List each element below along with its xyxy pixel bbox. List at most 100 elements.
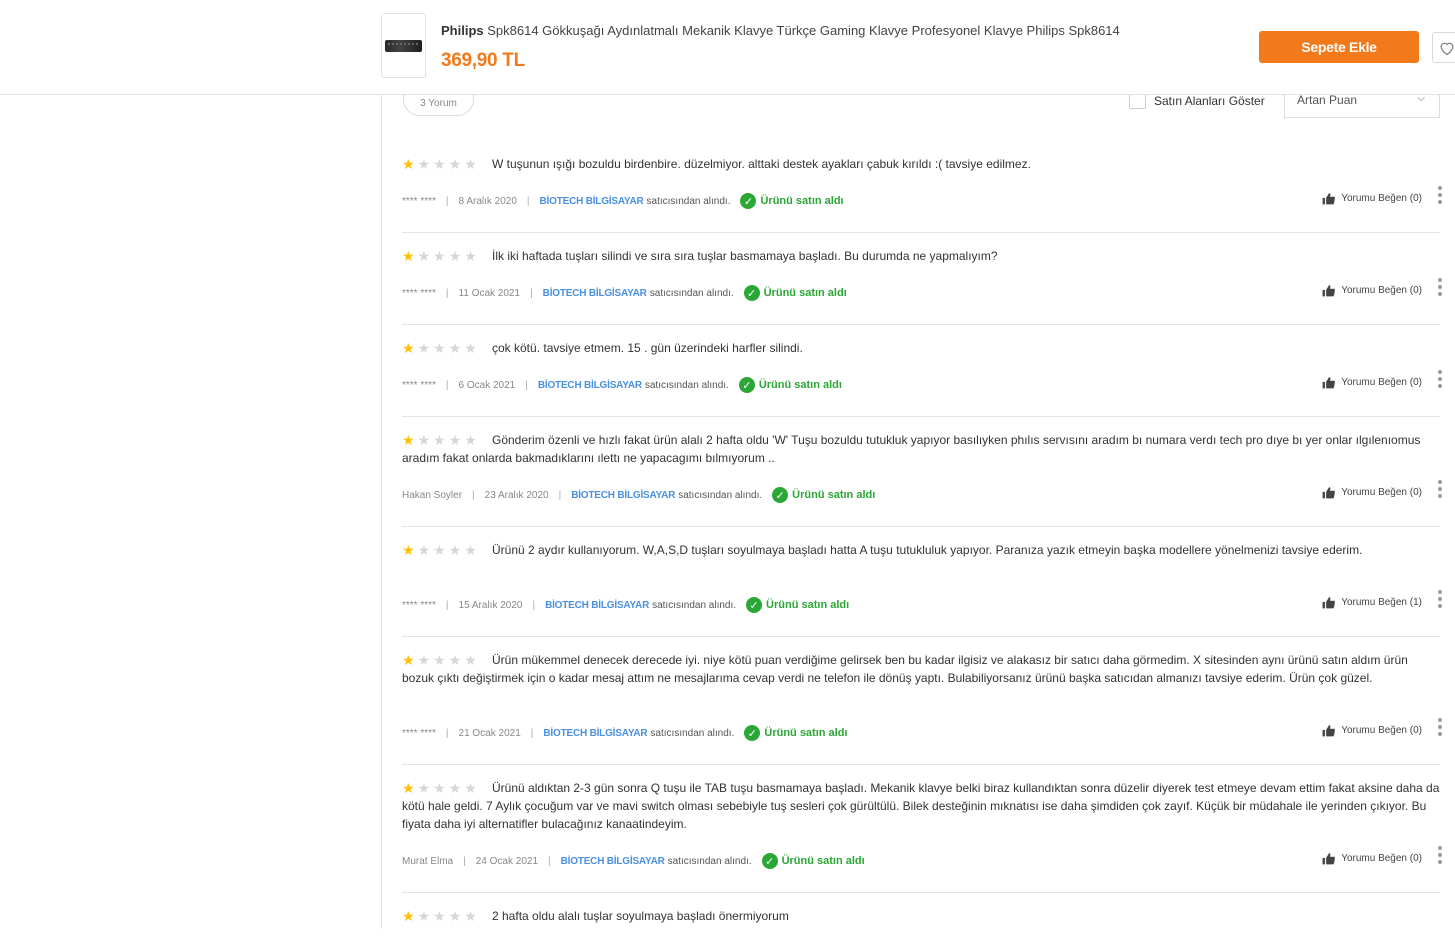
like-review-button[interactable]: Yorumu Beğen (0) xyxy=(1321,376,1422,389)
seller-link[interactable]: BİOTECH BİLGİSAYAR xyxy=(543,288,647,299)
separator: | xyxy=(472,489,475,501)
more-options-icon[interactable] xyxy=(1438,370,1442,388)
seller-link[interactable]: BİOTECH BİLGİSAYAR xyxy=(538,380,642,391)
check-circle-icon: ✓ xyxy=(740,193,757,209)
seller-link[interactable]: BİOTECH BİLGİSAYAR xyxy=(571,490,675,501)
seller-suffix: satıcısından alındı. xyxy=(678,489,763,501)
review-text: ★ ★ ★ ★ ★ İlk iki haftada tuşları silindi ve … xyxy=(402,247,1440,265)
review-user: Hakan Soyler xyxy=(402,489,463,501)
more-options-icon[interactable] xyxy=(1438,278,1442,296)
star-icon: ★ xyxy=(417,156,431,172)
review-body: Ürünü aldıktan 2-3 gün sonra Q tuşu ile … xyxy=(402,781,1440,831)
separator: | xyxy=(526,195,530,207)
review-body: Ürünü 2 aydır kullanıyorum. W,A,S,D tuşl… xyxy=(492,543,1363,557)
star-rating: ★ ★ ★ ★ ★ xyxy=(402,341,477,355)
purchased-badge: ✓ Ürünü satın aldı xyxy=(744,725,848,741)
review-meta: **** **** | 11 Ocak 2021 | BİOTECH BİLGİSAYA… xyxy=(402,285,847,301)
review-date: 23 Aralık 2020 xyxy=(484,489,549,501)
review-divider xyxy=(402,324,1440,325)
product-brand: Philips xyxy=(441,23,484,38)
seller-link[interactable]: BİOTECH BİLGİSAYAR xyxy=(561,856,665,867)
more-options-icon[interactable] xyxy=(1438,846,1442,864)
seller-link[interactable]: BİOTECH BİLGİSAYAR xyxy=(540,196,644,207)
review-item: ★ ★ ★ ★ ★ Ürün mükemmel denecek derecede iyi.… xyxy=(402,651,1442,765)
thumbs-up-icon xyxy=(1322,487,1336,499)
add-to-cart-button[interactable]: Sepete Ekle xyxy=(1259,31,1419,63)
purchased-badge: ✓ Ürünü satın aldı xyxy=(746,597,849,613)
star-rating: ★ ★ ★ ★ ★ xyxy=(402,433,477,447)
seller-link[interactable]: BİOTECH BİLGİSAYAR xyxy=(543,728,647,739)
like-review-button[interactable]: Yorumu Beğen (0) xyxy=(1321,192,1422,205)
seller-link[interactable]: BİOTECH BİLGİSAYAR xyxy=(545,600,649,611)
like-review-button[interactable]: Yorumu Beğen (0) xyxy=(1321,284,1422,297)
review-date: 6 Ocak 2021 xyxy=(458,379,516,391)
review-body: Gönderim özenli ve hızlı fakat ürün alal… xyxy=(402,433,1421,465)
review-item: ★ ★ ★ ★ ★ Ürünü 2 aydır kullanıyorum. W,A,S,D… xyxy=(402,541,1442,637)
review-item: ★ ★ ★ ★ ★ Gönderim özenli ve hızlı fakat ürün… xyxy=(402,431,1442,527)
review-body: Ürün mükemmel denecek derecede iyi. niye… xyxy=(402,653,1408,685)
star-rating: ★ ★ ★ ★ ★ xyxy=(402,909,477,923)
review-meta: **** **** | 6 Ocak 2021 | BİOTECH BİLGİSAYAR… xyxy=(402,377,842,393)
star-icon: ★ xyxy=(402,340,415,356)
star-rating: ★ ★ ★ ★ ★ xyxy=(402,781,477,795)
like-review-button[interactable]: Yorumu Beğen (1) xyxy=(1321,596,1422,609)
check-circle-icon: ✓ xyxy=(772,487,789,503)
product-thumbnail[interactable] xyxy=(381,13,426,78)
review-text: ★ ★ ★ ★ ★ 2 hafta oldu alalı tuşlar soyulmaya… xyxy=(402,907,1440,925)
heart-icon xyxy=(1440,42,1454,55)
like-review-button[interactable]: Yorumu Beğen (0) xyxy=(1321,852,1422,865)
star-icon: ★ xyxy=(417,652,431,668)
like-review-button[interactable]: Yorumu Beğen (0) xyxy=(1321,724,1422,737)
purchased-badge: ✓ Ürünü satın aldı xyxy=(761,853,865,869)
review-divider xyxy=(402,636,1440,637)
star-icon: ★ xyxy=(433,542,446,558)
review-divider xyxy=(402,526,1440,527)
star-rating: ★ ★ ★ ★ ★ xyxy=(402,653,477,667)
star-rating: ★ ★ ★ ★ ★ xyxy=(402,249,477,263)
more-options-icon[interactable] xyxy=(1438,718,1442,736)
review-divider xyxy=(402,416,1440,417)
purchased-badge: ✓ Ürünü satın aldı xyxy=(743,285,847,301)
star-icon: ★ xyxy=(448,432,462,448)
star-icon: ★ xyxy=(417,542,431,558)
review-body: çok kötü. tavsiye etmem. 15 . gün üzerin… xyxy=(492,341,803,355)
like-review-button[interactable]: Yorumu Beğen (0) xyxy=(1321,486,1422,499)
favorite-button[interactable] xyxy=(1432,32,1455,63)
review-body: 2 hafta oldu alalı tuşlar soyulmaya başl… xyxy=(492,909,789,923)
purchased-badge: ✓ Ürünü satın aldı xyxy=(738,377,842,393)
review-meta: Murat Elma | 24 Ocak 2021 | BİOTECH BİLGİSAY… xyxy=(402,853,865,869)
review-user: **** **** xyxy=(402,727,436,739)
star-icon: ★ xyxy=(464,908,477,924)
star-icon: ★ xyxy=(402,780,415,796)
more-options-icon[interactable] xyxy=(1438,590,1442,608)
sticky-product-header: Philips Spk8614 Gökkuşağı Aydınlatmalı M… xyxy=(0,0,1455,95)
star-icon: ★ xyxy=(433,248,446,264)
star-icon: ★ xyxy=(417,908,431,924)
more-options-icon[interactable] xyxy=(1438,186,1442,204)
seller-suffix: satıcısından alındı. xyxy=(644,379,729,391)
purchased-label: Ürünü satın aldı xyxy=(760,195,844,207)
star-icon: ★ xyxy=(448,156,462,172)
star-icon: ★ xyxy=(464,542,477,558)
star-icon: ★ xyxy=(433,780,446,796)
separator: | xyxy=(445,599,449,611)
review-meta: **** **** | 15 Aralık 2020 | BİOTECH BİLGİSA… xyxy=(402,597,849,613)
separator: | xyxy=(532,599,536,611)
star-icon: ★ xyxy=(417,248,431,264)
star-icon: ★ xyxy=(402,908,415,924)
review-text: ★ ★ ★ ★ ★ Ürünü 2 aydır kullanıyorum. W,A,S,D… xyxy=(402,541,1440,559)
like-label: Yorumu Beğen (0) xyxy=(1341,193,1422,204)
star-icon: ★ xyxy=(402,542,415,558)
more-options-icon[interactable] xyxy=(1438,480,1442,498)
review-user: **** **** xyxy=(402,287,436,299)
check-circle-icon: ✓ xyxy=(761,853,778,869)
review-divider xyxy=(402,764,1440,765)
review-user: Murat Elma xyxy=(402,855,454,867)
seller-suffix: satıcısından alındı. xyxy=(667,855,752,867)
thumbs-up-icon xyxy=(1322,725,1336,737)
star-rating: ★ ★ ★ ★ ★ xyxy=(402,543,477,557)
thumbs-up-icon xyxy=(1322,193,1336,205)
review-body: W tuşunun ışığı bozuldu birdenbire. düze… xyxy=(492,157,1031,171)
review-item: ★ ★ ★ ★ ★ W tuşunun ışığı bozuldu birdenbire.… xyxy=(402,155,1442,233)
check-circle-icon: ✓ xyxy=(744,725,761,741)
